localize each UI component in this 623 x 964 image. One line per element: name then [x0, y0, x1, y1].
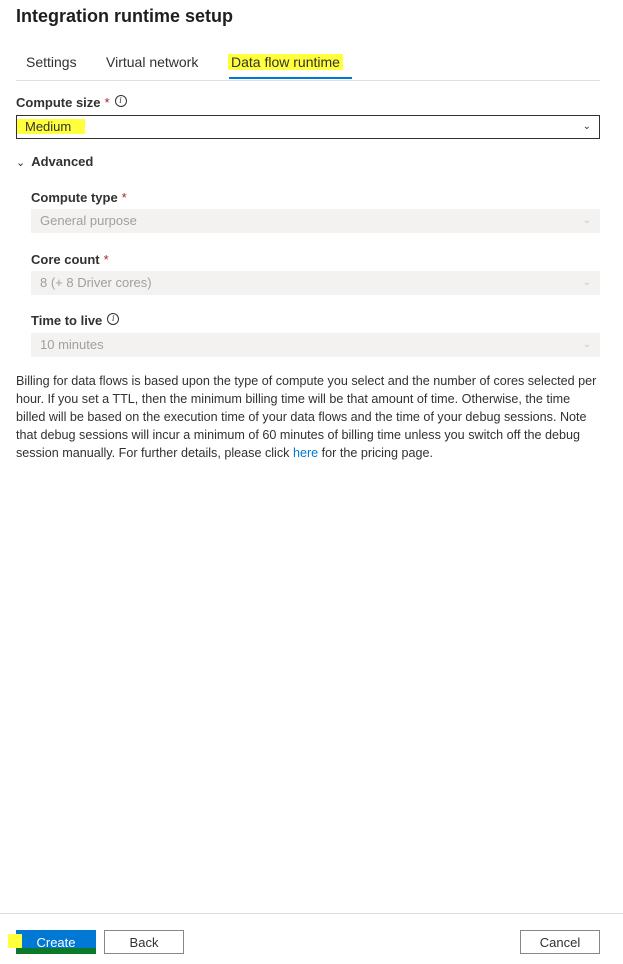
compute-type-value: General purpose [40, 213, 137, 228]
active-tab-indicator [229, 77, 352, 79]
compute-size-label: Compute size * i [16, 95, 127, 110]
advanced-label: Advanced [31, 154, 94, 169]
time-to-live-label-text: Time to live [31, 313, 103, 328]
compute-size-value: Medium [17, 119, 86, 134]
chevron-down-icon: ⌄ [582, 121, 591, 132]
tab-virtual-network[interactable]: Virtual network [106, 54, 198, 70]
compute-type-label-text: Compute type [31, 190, 118, 205]
time-to-live-label: Time to live i [31, 313, 120, 328]
tab-data-flow-runtime[interactable]: Data flow runtime [228, 54, 343, 70]
highlight-mark [8, 934, 22, 948]
required-marker: * [103, 252, 109, 267]
billing-description: Billing for data flows is based upon the… [16, 372, 600, 462]
compute-size-label-text: Compute size [16, 95, 101, 110]
pricing-link[interactable]: here [293, 446, 318, 460]
advanced-toggle[interactable]: ⌄ Advanced [16, 154, 93, 169]
billing-text-end: for the pricing page. [318, 446, 433, 460]
core-count-dropdown: 8 (+ 8 Driver cores) ⌄ [31, 271, 600, 295]
core-count-value: 8 (+ 8 Driver cores) [40, 275, 152, 290]
compute-type-label: Compute type * [31, 190, 127, 205]
back-button[interactable]: Back [104, 930, 184, 954]
chevron-down-icon: ⌄ [16, 157, 26, 169]
chevron-down-icon: ⌄ [582, 215, 591, 226]
create-button-label: Create [36, 934, 76, 950]
tab-bar: Settings Virtual network Data flow runti… [16, 44, 600, 81]
compute-type-dropdown: General purpose ⌄ [31, 209, 600, 233]
chevron-down-icon: ⌄ [582, 339, 591, 350]
core-count-label-text: Core count [31, 252, 100, 267]
core-count-label: Core count * [31, 252, 109, 267]
info-icon[interactable]: i [107, 313, 120, 325]
time-to-live-dropdown: 10 minutes ⌄ [31, 333, 600, 357]
panel-title: Integration runtime setup [16, 6, 234, 26]
required-marker: * [104, 95, 110, 110]
cancel-button[interactable]: Cancel [520, 930, 600, 954]
footer-divider [0, 913, 623, 914]
chevron-down-icon: ⌄ [582, 277, 591, 288]
info-icon[interactable]: i [114, 95, 127, 107]
tab-settings[interactable]: Settings [26, 54, 77, 70]
required-marker: * [121, 190, 127, 205]
compute-size-dropdown[interactable]: Medium ⌄ [16, 115, 600, 139]
create-button[interactable]: Create [8, 930, 96, 954]
time-to-live-value: 10 minutes [40, 337, 104, 352]
